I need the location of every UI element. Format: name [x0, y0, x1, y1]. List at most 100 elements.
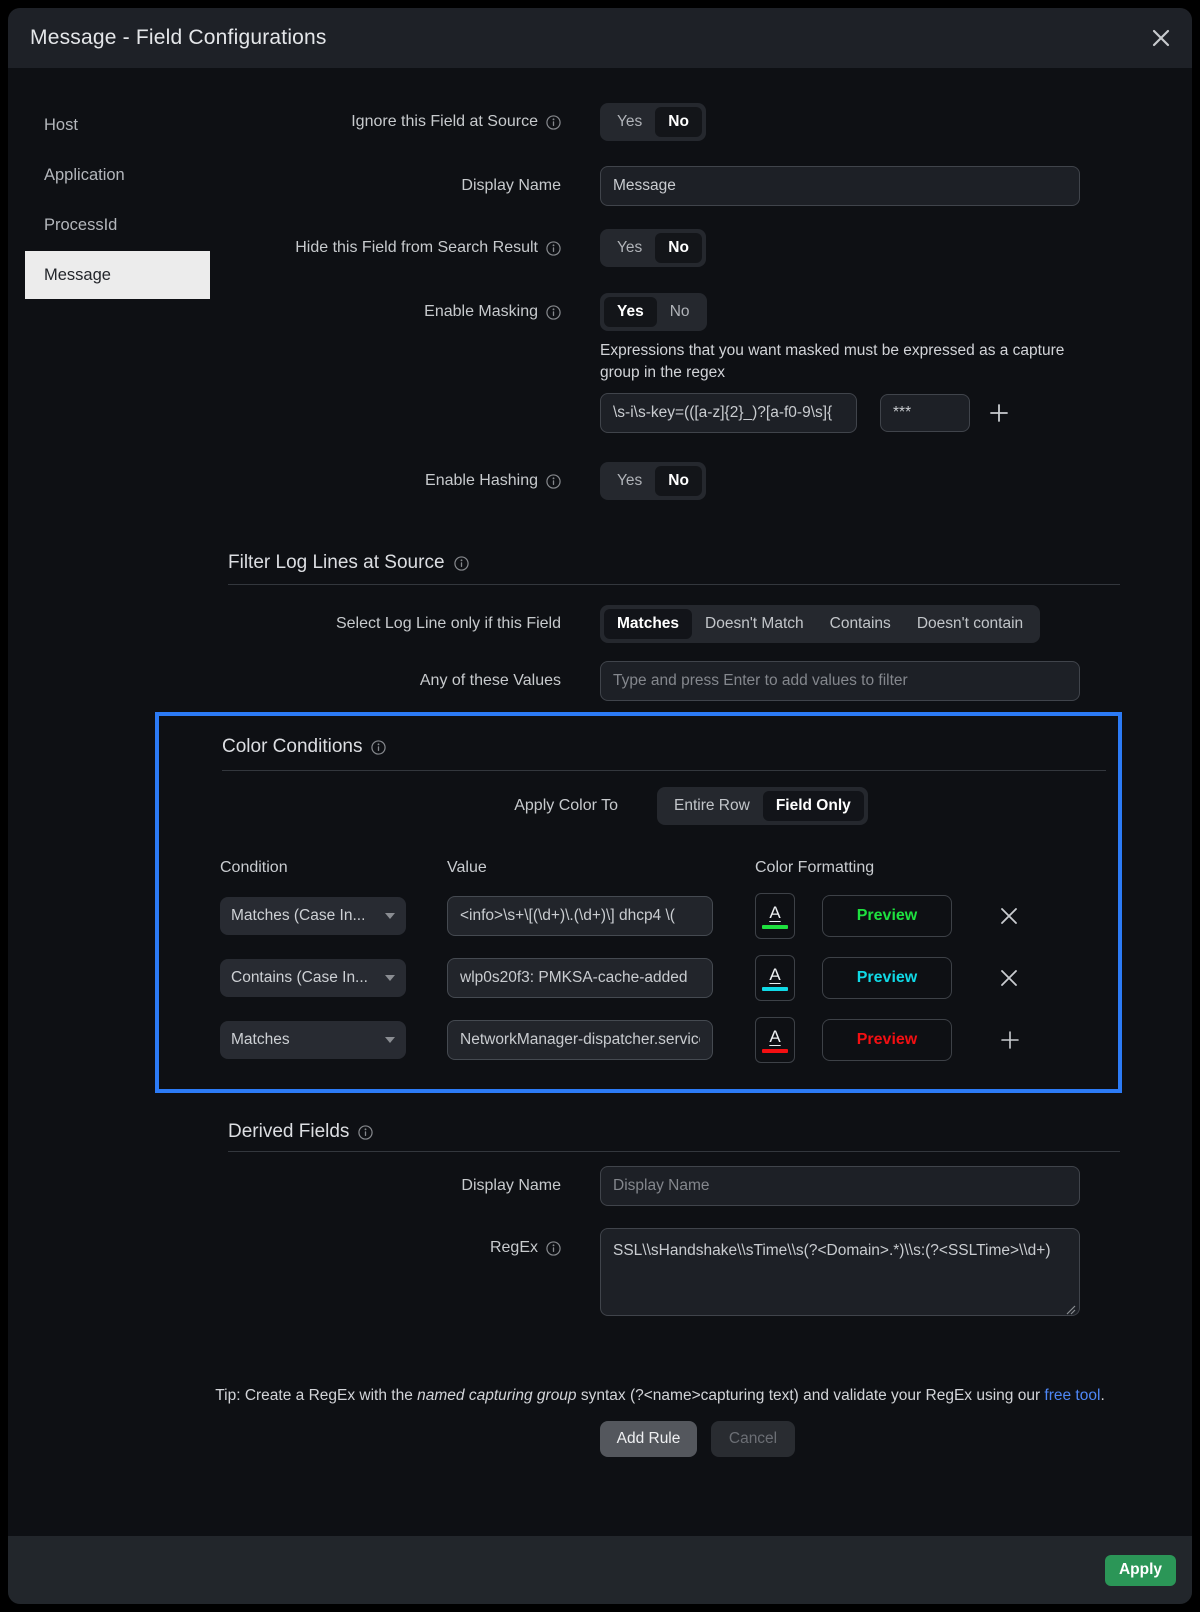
preview-button[interactable]: Preview — [822, 957, 952, 999]
toggle-option-yes[interactable]: Yes — [604, 107, 655, 137]
toggle-option-no[interactable]: No — [655, 466, 702, 496]
condition-row: Contains (Case In... A Preview — [220, 955, 1118, 1001]
color-conditions-section: Color Conditions Apply Color To Entire R… — [155, 712, 1122, 1093]
mask-value-input[interactable] — [880, 394, 970, 432]
add-mask-button[interactable] — [989, 403, 1009, 423]
toggle-option-yes[interactable]: Yes — [604, 466, 655, 496]
match-option-doesnt-contain[interactable]: Doesn't contain — [904, 609, 1036, 639]
color-swatch-button[interactable]: A — [755, 1017, 795, 1063]
apply-button[interactable]: Apply — [1105, 1555, 1176, 1586]
modal-header: Message - Field Configurations — [8, 8, 1192, 68]
row-enable-hashing: Enable Hashing Yes No — [8, 462, 1192, 500]
add-condition-button[interactable] — [1000, 1030, 1020, 1050]
section-title-text: Color Conditions — [222, 736, 362, 758]
add-condition-icon — [1000, 1030, 1020, 1050]
section-title-text: Filter Log Lines at Source — [228, 552, 445, 574]
info-icon[interactable] — [546, 1241, 561, 1256]
column-header-color: Color Formatting — [755, 859, 874, 877]
hide-field-toggle: Yes No — [600, 229, 706, 267]
color-swatch-button[interactable]: A — [755, 893, 795, 939]
row-derived-regex: RegEx SSL\\sHandshake\\sTime\\s(?<Domain… — [8, 1228, 1192, 1321]
close-icon — [1152, 29, 1170, 47]
color-swatch-button[interactable]: A — [755, 955, 795, 1001]
close-button[interactable] — [1148, 25, 1174, 51]
display-name-input[interactable] — [600, 166, 1080, 206]
swatch-color-bar — [762, 925, 788, 929]
condition-value-input[interactable] — [447, 896, 713, 936]
toggle-option-no[interactable]: No — [655, 107, 702, 137]
sidebar-item-application[interactable]: Application — [25, 151, 210, 199]
filter-values-input[interactable] — [600, 661, 1080, 701]
masking-regex-input[interactable] — [600, 393, 857, 433]
label-text: Hide this Field from Search Result — [295, 239, 538, 257]
tip-italic: named capturing group — [417, 1387, 576, 1404]
label-text: Display Name — [461, 177, 561, 195]
modal-footer: Apply — [8, 1536, 1192, 1604]
match-option-matches[interactable]: Matches — [604, 609, 692, 639]
add-rule-button[interactable]: Add Rule — [600, 1421, 697, 1457]
swatch-letter: A — [769, 966, 780, 983]
label-text: Select Log Line only if this Field — [336, 615, 561, 633]
dropdown-value: Matches (Case In... — [231, 907, 385, 925]
field-sidebar: Host Application ProcessId Message — [25, 101, 210, 301]
info-icon[interactable] — [546, 241, 561, 256]
modal-body: Host Application ProcessId Message Ignor… — [8, 68, 1192, 1536]
remove-condition-button[interactable] — [1000, 907, 1018, 925]
swatch-color-bar — [762, 987, 788, 991]
section-title-text: Derived Fields — [228, 1121, 349, 1143]
label-text: Enable Masking — [424, 303, 538, 321]
info-icon[interactable] — [454, 556, 469, 571]
condition-value-input[interactable] — [447, 1020, 713, 1060]
sidebar-item-message[interactable]: Message — [25, 251, 210, 299]
row-derived-display-name: Display Name — [8, 1166, 1192, 1206]
plus-icon — [989, 403, 1009, 423]
toggle-option-yes[interactable]: Yes — [604, 297, 657, 327]
condition-dropdown[interactable]: Matches (Case In... — [220, 897, 406, 935]
tip-text: Tip: Create a RegEx with the named captu… — [8, 1387, 1192, 1405]
section-divider — [228, 584, 1120, 585]
match-type-label: Select Log Line only if this Field — [8, 605, 561, 643]
apply-option-entire-row[interactable]: Entire Row — [661, 791, 763, 821]
apply-option-field-only[interactable]: Field Only — [763, 791, 864, 821]
condition-row: Matches (Case In... A Preview — [220, 893, 1118, 939]
info-icon[interactable] — [546, 474, 561, 489]
info-icon[interactable] — [546, 305, 561, 320]
cancel-button[interactable]: Cancel — [711, 1421, 795, 1457]
match-option-contains[interactable]: Contains — [817, 609, 904, 639]
ignore-field-toggle: Yes No — [600, 103, 706, 141]
condition-dropdown[interactable]: Contains (Case In... — [220, 959, 406, 997]
condition-row: Matches A Preview — [220, 1017, 1118, 1063]
toggle-option-yes[interactable]: Yes — [604, 233, 655, 263]
toggle-option-no[interactable]: No — [657, 297, 703, 327]
tip-suffix: . — [1100, 1387, 1104, 1404]
condition-value-input[interactable] — [447, 958, 713, 998]
condition-dropdown[interactable]: Matches — [220, 1021, 406, 1059]
row-match-type: Select Log Line only if this Field Match… — [8, 605, 1192, 643]
free-tool-link[interactable]: free tool — [1044, 1387, 1100, 1404]
tip-prefix: Tip: Create a RegEx with the — [215, 1387, 417, 1404]
info-icon[interactable] — [358, 1125, 373, 1140]
info-icon[interactable] — [546, 115, 561, 130]
derived-display-name-input[interactable] — [600, 1166, 1080, 1206]
row-filter-values: Any of these Values — [8, 661, 1192, 701]
match-option-doesnt-match[interactable]: Doesn't Match — [692, 609, 817, 639]
toggle-option-no[interactable]: No — [655, 233, 702, 263]
derived-regex-textarea[interactable]: SSL\\sHandshake\\sTime\\s(?<Domain>.*)\\… — [600, 1228, 1080, 1316]
filter-values-label: Any of these Values — [8, 661, 561, 701]
label-text: RegEx — [490, 1239, 538, 1257]
dropdown-value: Matches — [231, 1031, 385, 1049]
sidebar-item-host[interactable]: Host — [25, 101, 210, 149]
remove-condition-button[interactable] — [1000, 969, 1018, 987]
preview-button[interactable]: Preview — [822, 1019, 952, 1061]
apply-color-label: Apply Color To — [220, 787, 618, 825]
column-header-condition: Condition — [220, 859, 447, 877]
preview-button[interactable]: Preview — [822, 895, 952, 937]
enable-masking-toggle: Yes No — [600, 293, 707, 331]
info-icon[interactable] — [371, 740, 386, 755]
masking-helper-text: Expressions that you want masked must be… — [600, 340, 1070, 384]
tip-middle: syntax (?<name>capturing text) and valid… — [577, 1387, 1045, 1404]
sidebar-item-processid[interactable]: ProcessId — [25, 201, 210, 249]
label-text: Apply Color To — [514, 797, 618, 815]
resize-handle-icon[interactable] — [1066, 1305, 1076, 1315]
page-title: Message - Field Configurations — [30, 26, 1148, 50]
